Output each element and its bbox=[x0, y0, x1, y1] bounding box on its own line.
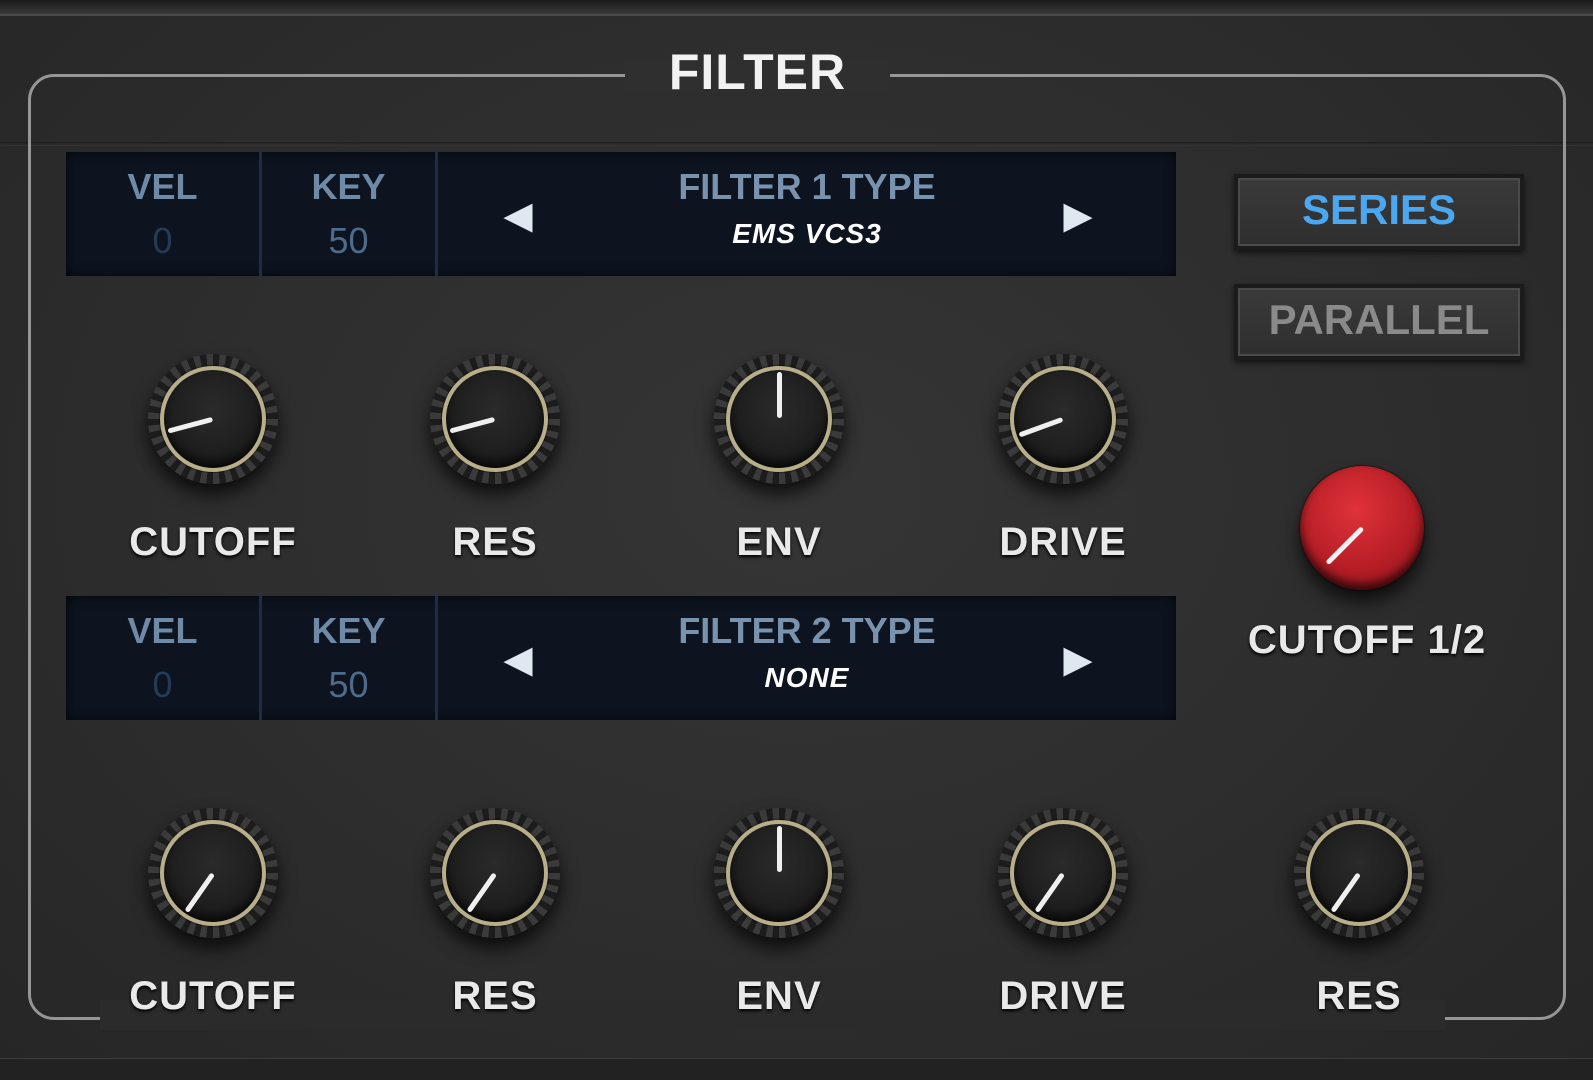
filter2-res-label: RES bbox=[452, 974, 538, 1018]
filter1-env-label: ENV bbox=[736, 520, 822, 564]
filter2-res-knob[interactable] bbox=[430, 808, 560, 938]
filter1-drive-knob[interactable] bbox=[998, 354, 1128, 484]
top-edge bbox=[0, 0, 1593, 16]
filter1-key[interactable]: KEY 50 bbox=[262, 152, 438, 276]
filter1-res-knob[interactable] bbox=[430, 354, 560, 484]
parallel-button[interactable]: PARALLEL bbox=[1234, 284, 1524, 360]
filter1-vel-value: 0 bbox=[152, 220, 173, 261]
filter1-key-value: 50 bbox=[328, 220, 369, 261]
filter2-type-selector: ◀ FILTER 2 TYPE NONE ▶ bbox=[438, 596, 1176, 720]
knob-pointer bbox=[777, 826, 782, 872]
filter2-drive-knob[interactable] bbox=[998, 808, 1128, 938]
filter2-cutoff-knob[interactable] bbox=[148, 808, 278, 938]
filter2-env-knob[interactable] bbox=[714, 808, 844, 938]
knob-pointer bbox=[777, 372, 782, 418]
filter1-key-label: KEY bbox=[311, 166, 386, 207]
filter2-vel-value: 0 bbox=[152, 664, 173, 705]
filter-panel: FILTER VEL 0 KEY 50 ◀ FILTER 1 TYPE EMS … bbox=[0, 0, 1593, 1080]
filter1-vel-label: VEL bbox=[127, 166, 198, 207]
filter1-vel[interactable]: VEL 0 bbox=[66, 152, 262, 276]
section-title: FILTER bbox=[668, 44, 847, 100]
filter1-env-knob[interactable] bbox=[714, 354, 844, 484]
filter2-next-arrow-icon[interactable]: ▶ bbox=[1058, 640, 1098, 680]
filter2-key[interactable]: KEY 50 bbox=[262, 596, 438, 720]
filter2-vel[interactable]: VEL 0 bbox=[66, 596, 262, 720]
filter2-res2-label: RES bbox=[1316, 974, 1402, 1018]
cutoff-link-knob[interactable] bbox=[1300, 466, 1424, 590]
filter2-drive-label: DRIVE bbox=[999, 974, 1127, 1018]
filter2-vel-label: VEL bbox=[127, 610, 198, 651]
filter2-env-label: ENV bbox=[736, 974, 822, 1018]
cutoff-link-label: CUTOFF 1/2 bbox=[1247, 618, 1487, 662]
filter2-display: VEL 0 KEY 50 ◀ FILTER 2 TYPE NONE ▶ bbox=[66, 596, 1176, 720]
filter1-cutoff-label: CUTOFF bbox=[129, 520, 297, 564]
series-button[interactable]: SERIES bbox=[1234, 174, 1524, 250]
filter2-key-label: KEY bbox=[311, 610, 386, 651]
filter1-next-arrow-icon[interactable]: ▶ bbox=[1058, 196, 1098, 236]
filter2-res2-knob[interactable] bbox=[1294, 808, 1424, 938]
filter1-type-selector: ◀ FILTER 1 TYPE EMS VCS3 ▶ bbox=[438, 152, 1176, 276]
bottom-edge bbox=[0, 1058, 1593, 1080]
filter2-key-value: 50 bbox=[328, 664, 369, 705]
filter1-res-label: RES bbox=[452, 520, 538, 564]
filter2-cutoff-label: CUTOFF bbox=[129, 974, 297, 1018]
filter1-cutoff-knob[interactable] bbox=[148, 354, 278, 484]
filter1-drive-label: DRIVE bbox=[999, 520, 1127, 564]
filter1-display: VEL 0 KEY 50 ◀ FILTER 1 TYPE EMS VCS3 ▶ bbox=[66, 152, 1176, 276]
